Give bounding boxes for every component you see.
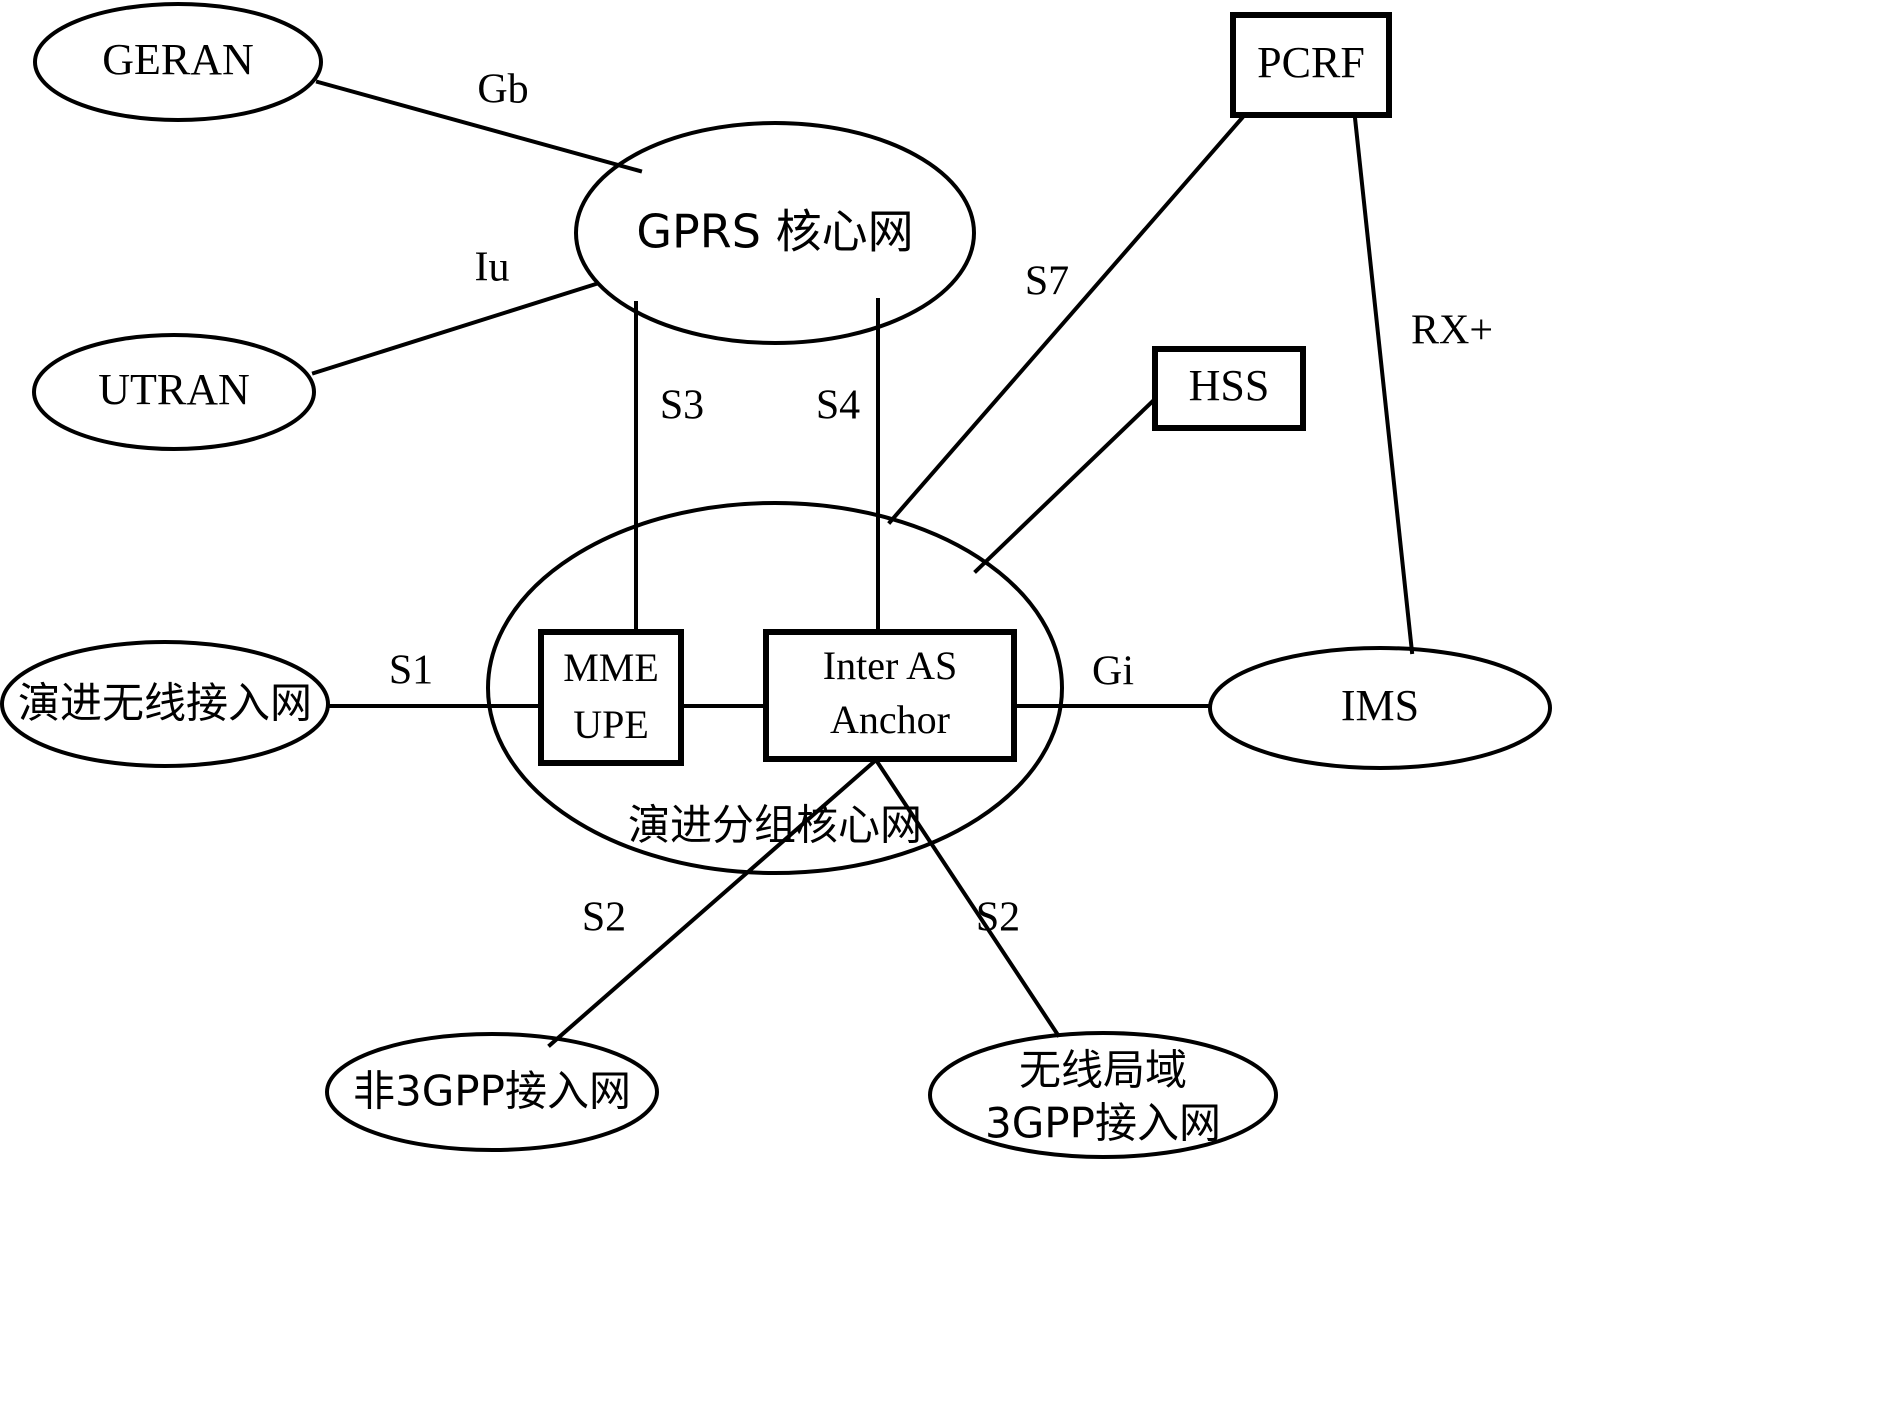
node-wlan-3gpp-label-line1: 无线局域 bbox=[1019, 1046, 1187, 1095]
node-ims-label: IMS bbox=[1341, 681, 1419, 730]
node-pcrf-label: PCRF bbox=[1257, 38, 1365, 87]
node-non3gpp-label: 非3GPP接入网 bbox=[353, 1067, 631, 1116]
edge-rx-plus-line bbox=[1352, 115, 1415, 655]
node-utran-label: UTRAN bbox=[98, 365, 250, 414]
node-inter-as-anchor-label-line1: Inter AS bbox=[823, 643, 957, 688]
edge-label-iu: Iu bbox=[475, 245, 510, 291]
edge-label-s2-left: S2 bbox=[582, 895, 626, 941]
edge-label-gb: Gb bbox=[477, 67, 528, 113]
node-mme-upe-label-line1: MME bbox=[563, 645, 659, 690]
edge-label-s7: S7 bbox=[1025, 259, 1069, 305]
node-mme-upe-label-line2: UPE bbox=[573, 702, 649, 747]
edge-label-layer: Gb Iu S3 S4 S7 RX+ S1 Gi S2 S2 bbox=[389, 67, 1493, 941]
node-evolved-ran-label: 演进无线接入网 bbox=[18, 679, 312, 728]
edge-label-s2-right: S2 bbox=[976, 895, 1020, 941]
edge-label-rx-plus: RX+ bbox=[1411, 308, 1493, 354]
edge-label-gi: Gi bbox=[1092, 649, 1134, 695]
diagram-canvas: GERAN UTRAN GPRS 核心网 PCRF HSS IMS 演进无线接入… bbox=[0, 2, 1552, 1159]
edge-label-s3: S3 bbox=[660, 383, 704, 429]
network-architecture-diagram: GERAN UTRAN GPRS 核心网 PCRF HSS IMS 演进无线接入… bbox=[0, 0, 1881, 1401]
node-gprs-core-label: GPRS 核心网 bbox=[636, 205, 913, 259]
node-epc-label: 演进分组核心网 bbox=[628, 801, 922, 850]
node-hss-label: HSS bbox=[1189, 361, 1270, 410]
node-label-layer: GERAN UTRAN GPRS 核心网 PCRF HSS IMS 演进无线接入… bbox=[18, 35, 1419, 1147]
node-inter-as-anchor-label-line2: Anchor bbox=[830, 697, 950, 742]
edge-label-s4: S4 bbox=[816, 383, 860, 429]
edge-hss-anchor-line bbox=[973, 396, 1158, 574]
node-shape-layer bbox=[0, 2, 1552, 1159]
edge-iu-line bbox=[311, 281, 599, 376]
node-geran-label: GERAN bbox=[102, 35, 254, 84]
edge-s7-line bbox=[887, 115, 1245, 525]
node-wlan-3gpp-label-line2: 3GPP接入网 bbox=[985, 1099, 1221, 1148]
edge-label-s1: S1 bbox=[389, 648, 433, 694]
